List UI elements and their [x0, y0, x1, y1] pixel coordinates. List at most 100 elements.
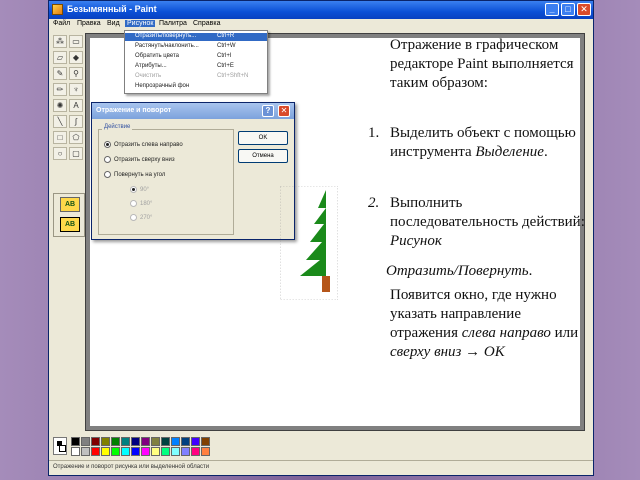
- radio-label: Отразить сверху вниз: [114, 157, 175, 164]
- arrow-icon: →: [465, 344, 481, 360]
- menu-file[interactable]: Файл: [53, 20, 70, 27]
- tree-trunk: [322, 276, 330, 292]
- transparent-selection-icon[interactable]: AB: [60, 217, 80, 232]
- palette-swatch[interactable]: [151, 437, 160, 446]
- palette-swatch[interactable]: [91, 447, 100, 456]
- menu-item-opaque-background[interactable]: Непрозрачный фон: [125, 83, 267, 91]
- palette-swatch[interactable]: [81, 437, 90, 446]
- rectangle-icon[interactable]: □: [53, 131, 67, 144]
- menu-item-label: Очистить: [135, 73, 162, 79]
- ok-button[interactable]: OK: [238, 131, 288, 145]
- minimize-button[interactable]: _: [545, 3, 559, 16]
- step-three-option-one: слева направо: [461, 325, 551, 341]
- radio-label: 270°: [140, 215, 153, 222]
- palette-swatch[interactable]: [141, 447, 150, 456]
- radio-angle-180: 180°: [130, 200, 152, 207]
- menu-item-label: Растянуть/наклонить...: [135, 43, 199, 49]
- menu-item-attributes[interactable]: Атрибуты... Ctrl+E: [125, 63, 267, 71]
- radio-button[interactable]: [104, 156, 111, 163]
- step-two-number: 2.: [368, 195, 380, 211]
- palette-swatch[interactable]: [151, 447, 160, 456]
- dialog-close-button[interactable]: ✕: [278, 105, 290, 117]
- step-two-command: Отразить/Повернуть: [386, 263, 529, 279]
- polygon-icon[interactable]: ⬠: [69, 131, 83, 144]
- radio-label: Отразить слева направо: [114, 142, 183, 149]
- step-three: Появится окно, где нужно указать направл…: [362, 286, 586, 362]
- menu-item-shortcut: Ctrl+W: [217, 43, 236, 49]
- opaque-selection-icon[interactable]: AB: [60, 197, 80, 212]
- current-colors[interactable]: [53, 437, 67, 455]
- menu-image[interactable]: Рисунок: [125, 20, 156, 27]
- palette-swatch[interactable]: [101, 437, 110, 446]
- close-button[interactable]: ✕: [577, 3, 591, 16]
- dialog-title-bar[interactable]: Отражение и поворот ? ✕: [92, 103, 294, 119]
- palette-swatch[interactable]: [191, 437, 200, 446]
- palette-swatch[interactable]: [71, 447, 80, 456]
- palette-swatch[interactable]: [191, 447, 200, 456]
- curve-icon[interactable]: ∫: [69, 115, 83, 128]
- rect-select-icon[interactable]: ▭: [69, 35, 83, 48]
- palette-swatch[interactable]: [161, 437, 170, 446]
- palette-swatch[interactable]: [121, 447, 130, 456]
- fill-icon[interactable]: ◆: [69, 51, 83, 64]
- menu-item-clear: Очистить Ctrl+Shft+N: [125, 73, 267, 81]
- menu-help[interactable]: Справка: [193, 20, 220, 27]
- palette-swatch[interactable]: [81, 447, 90, 456]
- free-select-icon[interactable]: ⁂: [53, 35, 67, 48]
- cancel-button[interactable]: Отмена: [238, 149, 288, 163]
- color-picker-icon[interactable]: ✎: [53, 67, 67, 80]
- palette-swatch[interactable]: [71, 437, 80, 446]
- step-three-or: или: [554, 325, 579, 341]
- palette-swatch[interactable]: [141, 437, 150, 446]
- radio-flip-horizontal[interactable]: Отразить слева направо: [104, 141, 183, 148]
- palette-swatch[interactable]: [181, 447, 190, 456]
- maximize-button[interactable]: □: [561, 3, 575, 16]
- tree-picture: [279, 185, 339, 301]
- airbrush-icon[interactable]: ✺: [53, 99, 67, 112]
- palette-swatch[interactable]: [161, 447, 170, 456]
- magnifier-icon[interactable]: ⚲: [69, 67, 83, 80]
- menu-item-flip-rotate[interactable]: Отразить/повернуть... Ctrl+R: [125, 33, 267, 41]
- text-icon[interactable]: A: [69, 99, 83, 112]
- palette-swatch[interactable]: [131, 447, 140, 456]
- step-one-tool: Выделение: [475, 144, 544, 160]
- menu-item-invert-colors[interactable]: Обратить цвета Ctrl+I: [125, 53, 267, 61]
- palette-swatch[interactable]: [181, 437, 190, 446]
- background-color: [59, 445, 66, 452]
- palette-swatch[interactable]: [171, 447, 180, 456]
- menu-colors[interactable]: Палитра: [159, 20, 187, 27]
- palette-swatch[interactable]: [201, 437, 210, 446]
- menu-item-stretch-skew[interactable]: Растянуть/наклонить... Ctrl+W: [125, 43, 267, 51]
- palette-swatch[interactable]: [111, 447, 120, 456]
- menu-view[interactable]: Вид: [107, 20, 120, 27]
- radio-rotate[interactable]: Повернуть на угол: [104, 171, 165, 178]
- step-two-period: .: [528, 263, 533, 279]
- radio-button[interactable]: [104, 141, 111, 148]
- dialog-title: Отражение и поворот: [96, 107, 172, 114]
- ellipse-icon[interactable]: ○: [53, 147, 67, 160]
- eraser-icon[interactable]: ▱: [53, 51, 67, 64]
- title-bar[interactable]: Безымянный - Paint _ □ ✕: [49, 1, 593, 19]
- menu-item-label: Атрибуты...: [135, 63, 167, 69]
- brush-icon[interactable]: ♆: [69, 83, 83, 96]
- palette-swatch[interactable]: [111, 437, 120, 446]
- menu-edit[interactable]: Правка: [77, 20, 101, 27]
- radio-flip-vertical[interactable]: Отразить сверху вниз: [104, 156, 175, 163]
- palette-swatch[interactable]: [171, 437, 180, 446]
- palette-swatch[interactable]: [121, 437, 130, 446]
- radio-label: 90°: [140, 187, 150, 194]
- image-menu-dropdown: Отразить/повернуть... Ctrl+R Растянуть/н…: [124, 30, 268, 94]
- line-icon[interactable]: ╲: [53, 115, 67, 128]
- step-two-text: Выполнить последовательность действий:: [390, 195, 585, 230]
- palette-swatch[interactable]: [201, 447, 210, 456]
- palette-swatch[interactable]: [101, 447, 110, 456]
- flip-rotate-dialog: Отражение и поворот ? ✕ Действие Отразит…: [91, 102, 295, 240]
- help-button[interactable]: ?: [262, 105, 274, 117]
- radio-button[interactable]: [104, 171, 111, 178]
- pencil-icon[interactable]: ✏: [53, 83, 67, 96]
- tree-image: [279, 185, 339, 301]
- palette-swatch[interactable]: [131, 437, 140, 446]
- radio-button: [130, 186, 137, 193]
- palette-swatch[interactable]: [91, 437, 100, 446]
- rounded-rect-icon[interactable]: ▢: [69, 147, 83, 160]
